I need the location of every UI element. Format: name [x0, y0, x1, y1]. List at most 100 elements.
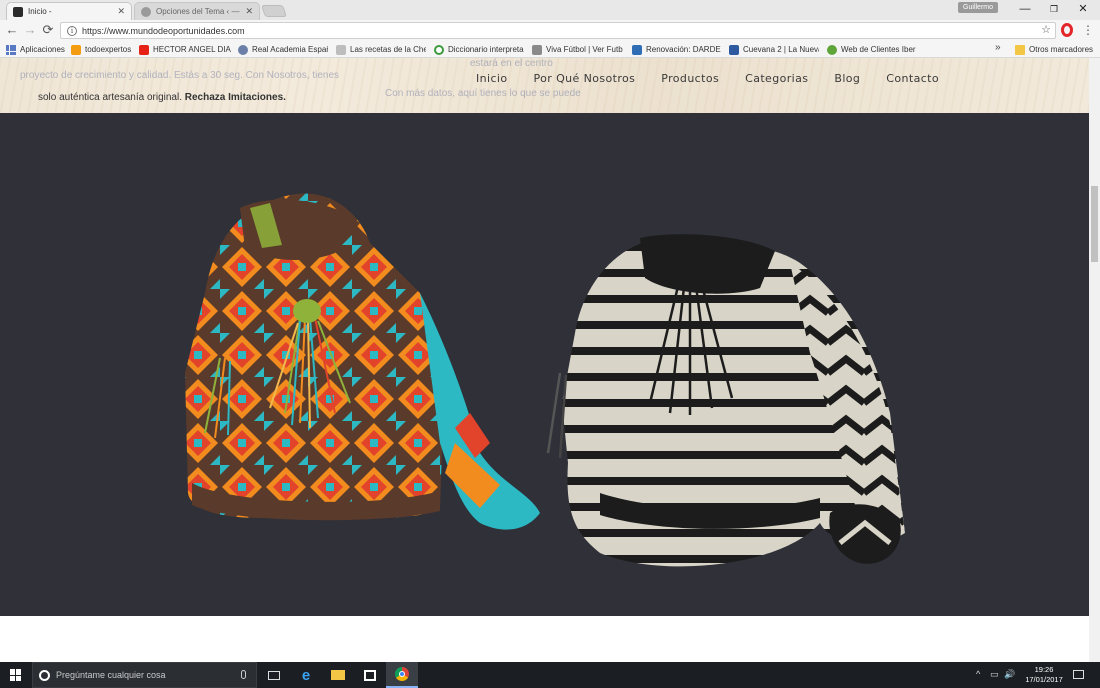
nav-blog[interactable]: Blog — [834, 72, 860, 85]
iberdrola-icon — [827, 44, 837, 55]
browser-toolbar: ← → ⟳ i ☆ ⋮ — [0, 20, 1100, 41]
other-bookmarks[interactable]: Otros marcadores — [1015, 43, 1097, 56]
bookmarks-bar: Aplicaciones todoexpertos HECTOR ANGEL D… — [0, 41, 1100, 58]
bookmark-vivafutbol[interactable]: Viva Fútbol | Ver Futb — [532, 43, 624, 56]
info-icon[interactable]: i — [67, 25, 77, 36]
bookmark-label: Renovación: DARDE - — [646, 45, 722, 54]
folder-icon — [331, 670, 345, 680]
profile-button[interactable]: Guillermo — [958, 2, 998, 13]
tab-inicio[interactable]: Inicio - ✕ — [6, 2, 132, 20]
nav-categorias[interactable]: Categorias — [745, 72, 808, 85]
bookmark-recetas[interactable]: Las recetas de la Chef — [336, 43, 426, 56]
bookmark-label: Otros marcadores — [1029, 45, 1094, 54]
bookmark-rae[interactable]: Real Academia Españ — [238, 43, 328, 56]
taskbar-clock[interactable]: 19:26 17/01/2017 — [1024, 665, 1064, 685]
new-tab-button[interactable] — [261, 5, 287, 17]
clock-date: 17/01/2017 — [1025, 675, 1063, 684]
wordpress-icon — [141, 6, 151, 17]
bookmark-label: Viva Fútbol | Ver Futb — [546, 45, 623, 54]
cuevana-icon — [729, 44, 739, 55]
ghost-text-center1: estará en el centro — [470, 58, 553, 69]
trophy-icon — [532, 44, 542, 55]
bookmark-hector[interactable]: HECTOR ANGEL DIAZ — [139, 43, 231, 56]
black-white-mochila-bag — [546, 234, 905, 567]
folder-icon — [1015, 44, 1025, 55]
address-bar[interactable]: i ☆ — [60, 22, 1056, 39]
nav-por-que-nosotros[interactable]: Por Qué Nosotros — [534, 72, 636, 85]
volume-icon[interactable]: 🔊 — [1004, 669, 1015, 680]
bookmark-diccionario[interactable]: Diccionario interpreta — [434, 43, 524, 56]
todoexpertos-icon — [71, 44, 81, 55]
bookmark-label: Las recetas de la Chef — [350, 45, 426, 54]
windows-taskbar: Pregúntame cualquier cosa e ^ ▭ 🔊 19:26 … — [0, 662, 1100, 688]
url-input[interactable] — [82, 25, 982, 36]
tab-title: Opciones del Tema ‹ — W — [156, 7, 242, 16]
site-favicon-icon — [13, 6, 23, 17]
bookmark-renovacion[interactable]: Renovación: DARDE - — [632, 43, 722, 56]
tab-close-icon[interactable]: ✕ — [245, 6, 253, 17]
task-view-icon — [268, 670, 280, 680]
ghost-text-center2: Con más datos, aquí tienes lo que se pue… — [385, 88, 581, 99]
page-viewport: proyecto de crecimiento y calidad. Estás… — [0, 58, 1089, 662]
bookmark-label: Diccionario interpreta — [448, 45, 524, 54]
site-navigation: Inicio Por Qué Nosotros Productos Catego… — [476, 72, 965, 85]
browser-menu-icon[interactable]: ⋮ — [1082, 23, 1094, 37]
tab-opciones[interactable]: Opciones del Tema ‹ — W ✕ — [134, 2, 260, 20]
bookmarks-overflow-button[interactable]: » — [995, 42, 1001, 53]
forward-button[interactable]: → — [22, 22, 38, 38]
rae-icon — [238, 44, 248, 55]
ghost-text-line1: proyecto de crecimiento y calidad. Estás… — [20, 70, 340, 81]
tab-close-icon[interactable]: ✕ — [117, 6, 125, 17]
back-button[interactable]: ← — [4, 22, 20, 38]
ghost-text-line2: solo auténtica artesanía original. Recha… — [38, 92, 286, 103]
bookmark-aplicaciones[interactable]: Aplicaciones — [6, 43, 68, 56]
reload-button[interactable]: ⟳ — [40, 22, 56, 38]
tray-chevron-icon[interactable]: ^ — [976, 669, 980, 679]
minimize-button[interactable]: — — [1010, 0, 1040, 18]
bookmark-label: HECTOR ANGEL DIAZ — [153, 45, 231, 54]
page-icon — [336, 44, 346, 55]
bookmark-cuevana[interactable]: Cuevana 2 | La Nueva — [729, 43, 819, 56]
youtube-icon — [139, 44, 149, 55]
ring-icon — [434, 44, 444, 55]
close-window-button[interactable]: ✕ — [1068, 0, 1098, 18]
taskbar-explorer[interactable] — [322, 662, 354, 688]
nav-productos[interactable]: Productos — [661, 72, 719, 85]
cortana-search-box[interactable]: Pregúntame cualquier cosa — [32, 662, 257, 688]
network-icon[interactable]: ▭ — [990, 669, 999, 680]
search-placeholder: Pregúntame cualquier cosa — [56, 670, 166, 680]
chart-icon — [632, 44, 642, 55]
bookmark-label: Real Academia Españ — [252, 45, 328, 54]
microphone-icon[interactable] — [241, 670, 246, 679]
bookmark-label: todoexpertos — [85, 45, 132, 54]
store-icon — [364, 669, 376, 681]
edge-icon: e — [301, 666, 311, 684]
bookmark-star-icon[interactable]: ☆ — [1041, 23, 1051, 36]
bookmark-label: Aplicaciones — [20, 45, 65, 54]
tab-strip: Inicio - ✕ Opciones del Tema ‹ — W ✕ Gui… — [0, 0, 1100, 20]
nav-inicio[interactable]: Inicio — [476, 72, 508, 85]
chrome-icon — [395, 667, 409, 681]
ghost-text-bold: Rechaza Imitaciones. — [184, 92, 286, 103]
notification-center-icon[interactable] — [1073, 670, 1084, 679]
nav-contacto[interactable]: Contacto — [886, 72, 939, 85]
cortana-icon — [39, 669, 50, 681]
hero-image — [185, 193, 905, 567]
taskbar-chrome[interactable] — [386, 662, 418, 688]
start-button[interactable] — [10, 669, 22, 681]
bookmark-iberdrola[interactable]: Web de Clientes Iber — [827, 43, 919, 56]
opera-extension-icon[interactable] — [1061, 23, 1073, 37]
taskbar-store[interactable] — [354, 662, 386, 688]
taskbar-edge[interactable]: e — [290, 662, 322, 688]
bookmark-label: Web de Clientes Iber — [841, 45, 916, 54]
maximize-button[interactable]: ❐ — [1039, 0, 1069, 18]
tab-title: Inicio - — [28, 7, 52, 16]
hero-banner — [0, 113, 1089, 616]
scroll-thumb[interactable] — [1091, 186, 1098, 262]
site-header: proyecto de crecimiento y calidad. Estás… — [0, 58, 1089, 113]
ghost-text-plain: solo auténtica artesanía original. — [38, 92, 182, 103]
task-view-button[interactable] — [258, 662, 290, 688]
bookmark-todoexpertos[interactable]: todoexpertos — [71, 43, 135, 56]
page-scrollbar[interactable] — [1089, 58, 1100, 662]
clock-time: 19:26 — [1034, 665, 1054, 674]
